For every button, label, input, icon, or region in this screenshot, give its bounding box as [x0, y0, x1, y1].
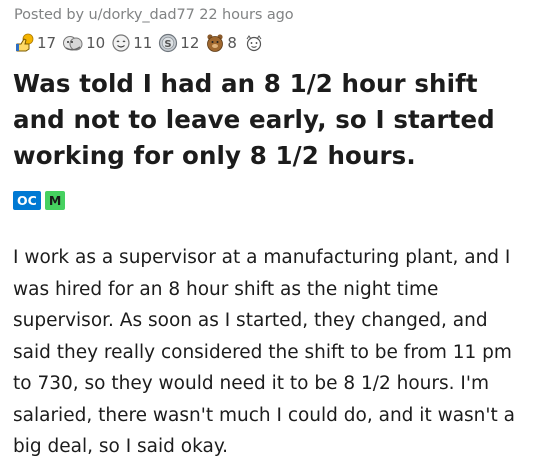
post-meta: Posted by u/dorky_dad77 22 hours ago — [14, 7, 294, 23]
post-body: I work as a supervisor at a manufacturin… — [13, 247, 515, 457]
award-count: 11 — [133, 34, 153, 52]
award-silver[interactable]: S 12 — [158, 33, 199, 53]
award-count: 8 — [227, 34, 237, 52]
award-count: 17 — [37, 34, 57, 52]
bravo-award-icon — [207, 34, 224, 52]
oc-flair[interactable]: OC — [13, 191, 41, 210]
award-hugz[interactable]: 10 — [62, 33, 105, 53]
post-card: Posted by u/dorky_dad77 22 hours ago 17 … — [0, 0, 536, 464]
award-count: 10 — [86, 34, 106, 52]
silver-award-icon: S — [159, 33, 178, 53]
more-awards-icon — [246, 35, 262, 52]
award-wholesome[interactable]: 11 — [111, 33, 152, 53]
posted-by-label: Posted by — [14, 7, 84, 23]
awards-bar[interactable]: 17 10 11 S 12 8 — [15, 32, 273, 54]
award-helpful[interactable]: 17 — [15, 33, 56, 53]
hugz-award-icon — [63, 36, 83, 51]
award-more[interactable] — [243, 33, 267, 53]
post-flairs: OC M — [13, 191, 69, 210]
award-bravo[interactable]: 8 — [205, 33, 237, 53]
post-time[interactable]: 22 hours ago — [199, 7, 293, 23]
helpful-award-icon — [16, 33, 34, 52]
wholesome-award-icon — [112, 34, 130, 52]
award-count: 12 — [180, 34, 200, 52]
author-link[interactable]: u/dorky_dad77 — [88, 7, 194, 23]
svg-text:S: S — [165, 39, 172, 50]
m-flair[interactable]: M — [44, 191, 66, 210]
post-title[interactable]: Was told I had an 8 1/2 hour shift and n… — [13, 66, 533, 174]
